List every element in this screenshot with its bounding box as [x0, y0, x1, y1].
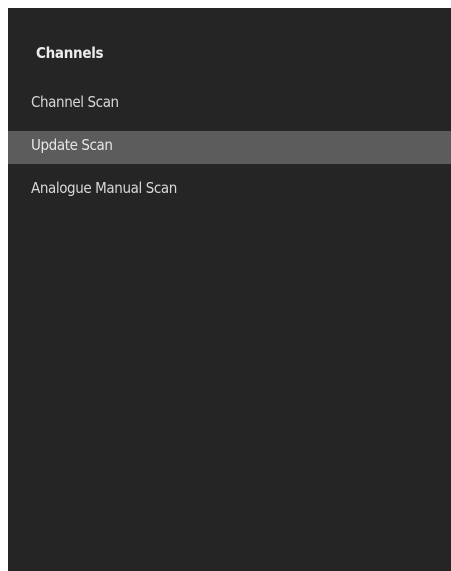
menu-item-channel-scan[interactable]: Channel Scan	[8, 88, 451, 121]
channels-panel: Channels Channel Scan Update Scan Analog…	[8, 8, 451, 571]
panel-title: Channels	[36, 44, 104, 62]
menu-item-analogue-manual-scan[interactable]: Analogue Manual Scan	[8, 174, 451, 207]
menu-item-update-scan[interactable]: Update Scan	[8, 131, 451, 164]
channels-menu: Channel Scan Update Scan Analogue Manual…	[8, 88, 451, 217]
